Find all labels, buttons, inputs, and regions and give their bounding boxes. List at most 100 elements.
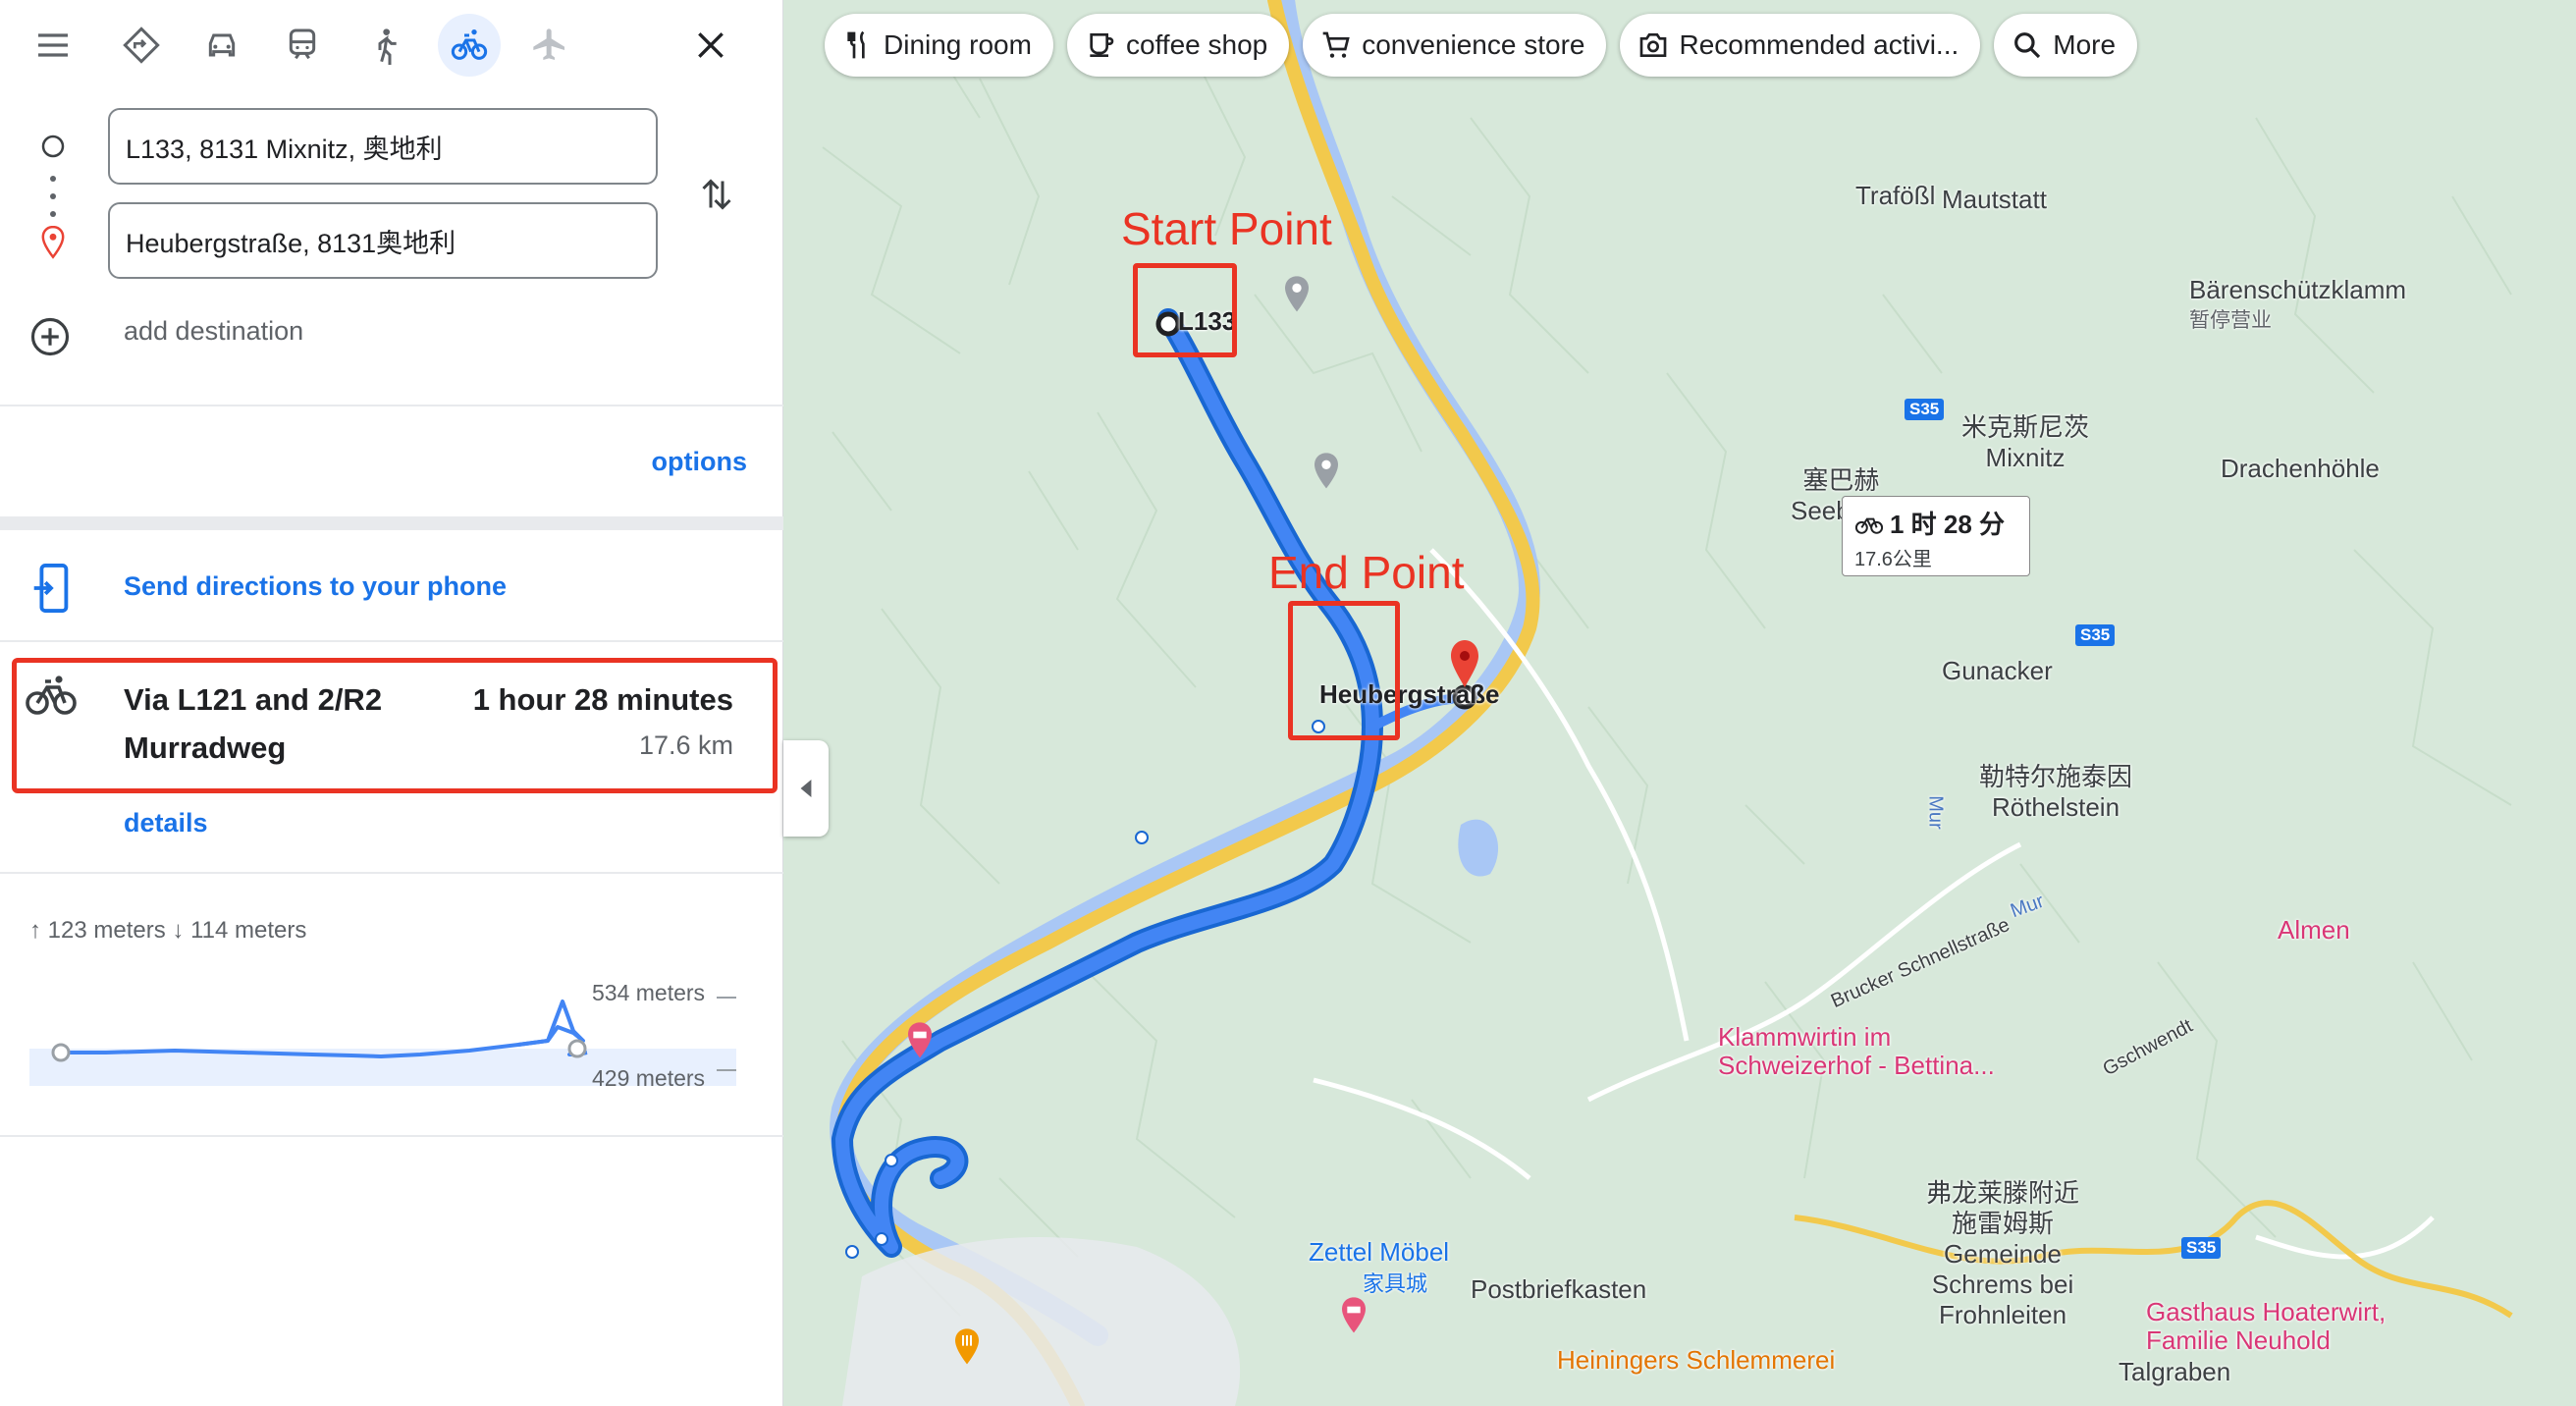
place-mixnitz-cn: 米克斯尼茨: [1961, 412, 2090, 442]
bicycle-icon: [26, 676, 77, 715]
chip-label: coffee shop: [1125, 29, 1268, 60]
place-roethelstein-cn: 勒特尔施泰因: [1979, 762, 2133, 791]
mode-cycling[interactable]: [438, 14, 501, 77]
map-base: [822, 0, 2513, 1406]
chip-convenience-store[interactable]: convenience store: [1303, 14, 1607, 77]
elevation-profile-spike: [517, 1000, 585, 1047]
mode-best-route[interactable]: [110, 14, 173, 77]
place-talgraben[interactable]: Talgraben: [2119, 1357, 2230, 1387]
tooltip-time: 1 时 28 分: [1890, 510, 2006, 539]
terrain-ridges: [822, 38, 2512, 1317]
chip-more[interactable]: More: [1994, 14, 2138, 77]
send-to-phone-label[interactable]: Send directions to your phone: [124, 571, 507, 602]
route-summary[interactable]: Via L121 and 2/R2 Murradweg: [124, 676, 418, 772]
car-icon: [208, 33, 236, 57]
directions-diamond-icon: [123, 27, 160, 64]
descent-arrow-icon: ↓: [172, 917, 185, 944]
poi-zettel-moebel-cn: 家具城: [1363, 1271, 1428, 1296]
place-seebach-cn: 塞巴赫: [1802, 465, 1880, 495]
add-destination-label[interactable]: add destination: [124, 316, 303, 347]
hotel-pin-icon[interactable]: [903, 1021, 937, 1060]
road-shield-s35: S35: [2075, 624, 2116, 646]
place-status-closed: 暂停营业: [2189, 309, 2272, 332]
poi-gasthaus-line1: Gasthaus Hoaterwirt,: [2146, 1297, 2387, 1326]
airplane-icon: [533, 28, 564, 60]
collapse-panel-button[interactable]: [783, 740, 829, 837]
route-tooltip[interactable]: 1 时 28 分 17.6公里: [1842, 496, 2030, 576]
chip-recommended-activities[interactable]: Recommended activi...: [1620, 14, 1981, 77]
details-link[interactable]: details: [124, 808, 208, 838]
tooltip-distance: 17.6公里: [1854, 549, 1932, 570]
elevation-end-marker: [567, 1039, 587, 1058]
train-icon: [289, 28, 316, 60]
place-drachenhoehle[interactable]: Drachenhöhle: [2221, 454, 2380, 484]
destination-pin-icon: [41, 226, 65, 259]
map-canvas[interactable]: S35 S35 S35 Trafößl Mautstatt Bärenschüt…: [783, 0, 2576, 1406]
close-button[interactable]: [679, 14, 742, 77]
options-link[interactable]: options: [652, 447, 747, 477]
destination-text: Heubergstraße, 8131奥地利: [126, 228, 456, 258]
poi-gasthaus-hoaterwirt[interactable]: Gasthaus Hoaterwirt, Familie Neuhold: [2146, 1298, 2386, 1355]
poi-klammwirtin[interactable]: Klammwirtin im Schweizerhof - Bettina...: [1718, 1023, 1995, 1080]
place-roethelstein[interactable]: 勒特尔施泰因 Röthelstein: [1979, 762, 2132, 823]
route-distance: 17.6 km: [638, 730, 733, 760]
place-almen[interactable]: Almen: [2278, 915, 2350, 946]
poi-klammwirtin-line2: Schweizerhof - Bettina...: [1718, 1051, 1995, 1080]
chevron-left-icon: [800, 780, 812, 797]
hotel-pin-icon[interactable]: [1337, 1296, 1370, 1335]
mode-walking[interactable]: [353, 14, 416, 77]
poi-heiningers[interactable]: Heiningers Schlemmerei: [1557, 1345, 1835, 1376]
tooltip-time-row: 1 时 28 分: [1854, 505, 2017, 541]
river-label-mur: Mur: [1924, 795, 1947, 830]
poi-zettel-moebel[interactable]: Zettel Möbel: [1309, 1237, 1449, 1268]
attraction-pin-icon[interactable]: [1310, 452, 1343, 491]
route-name-line2: Murradweg: [124, 730, 287, 765]
elevation-min-label: 429 meters: [592, 1065, 706, 1091]
vertical-dots-icon: [50, 176, 56, 217]
origin-text: L133, 8131 Mixnitz, 奥地利: [126, 134, 443, 164]
chip-dining-room[interactable]: Dining room: [825, 14, 1053, 77]
place-trafoss[interactable]: Trafößl: [1855, 181, 1935, 211]
place-frohnleiten-cn2: 施雷姆斯: [1952, 1209, 2055, 1238]
add-circle-icon: [30, 317, 70, 356]
poi-postbriefkasten[interactable]: Postbriefkasten: [1471, 1274, 1646, 1305]
place-frohnleiten[interactable]: 弗龙莱滕附近 施雷姆斯 Gemeinde Schrems bei Frohnle…: [1926, 1178, 2079, 1330]
chip-label: Dining room: [884, 29, 1032, 60]
place-mixnitz-en: Mixnitz: [1985, 443, 2066, 472]
elevation-summary: ↑ 123 meters ↓ 114 meters: [29, 917, 306, 945]
poi-klammwirtin-line1: Klammwirtin im: [1718, 1022, 1892, 1052]
chip-label: More: [2053, 29, 2117, 60]
cart-icon: [1322, 31, 1350, 58]
mode-transit[interactable]: [271, 14, 334, 77]
attraction-pin-icon[interactable]: [1280, 275, 1314, 314]
origin-marker: [29, 134, 77, 159]
mur-river-lake: [1458, 819, 1499, 877]
menu-button[interactable]: [22, 14, 84, 77]
origin-input[interactable]: L133, 8131 Mixnitz, 奥地利: [108, 108, 658, 185]
bicycle-icon: [1854, 517, 1884, 534]
road-shield-s35: S35: [2181, 1237, 2222, 1259]
divider: [0, 872, 783, 874]
swap-button[interactable]: [687, 165, 746, 224]
place-mautstatt[interactable]: Mautstatt: [1942, 185, 2047, 215]
restaurant-pin-icon[interactable]: [950, 1327, 984, 1367]
mode-driving[interactable]: [190, 14, 253, 77]
place-roethelstein-en: Röthelstein: [1991, 792, 2120, 822]
mode-flights[interactable]: [518, 14, 581, 77]
road-shield-s35: S35: [1905, 399, 1945, 420]
place-baerenschuetzklamm[interactable]: Bärenschützklamm: [2189, 275, 2406, 305]
place-mixnitz[interactable]: 米克斯尼茨 Mixnitz: [1961, 412, 2089, 473]
minor-roads: [1313, 548, 2435, 1260]
category-chips: Dining room coffee shop convenience stor…: [825, 14, 2138, 77]
start-point-annotation: Start Point: [1121, 203, 1332, 254]
place-gunacker[interactable]: Gunacker: [1942, 656, 2053, 686]
chip-coffee-shop[interactable]: coffee shop: [1066, 14, 1290, 77]
destination-input[interactable]: Heubergstraße, 8131奥地利: [108, 202, 658, 279]
route-dots: [29, 173, 77, 220]
add-destination-button[interactable]: [29, 316, 71, 362]
place-gemeinde2: Schrems bei: [1931, 1270, 2074, 1299]
origin-circle-icon: [41, 135, 65, 158]
cycling-route-outline: [832, 308, 1383, 1258]
place-frohnleiten-cn1: 弗龙莱滕附近: [1926, 1178, 2080, 1208]
route-name-line1: Via L121 and 2/R2: [124, 682, 383, 717]
